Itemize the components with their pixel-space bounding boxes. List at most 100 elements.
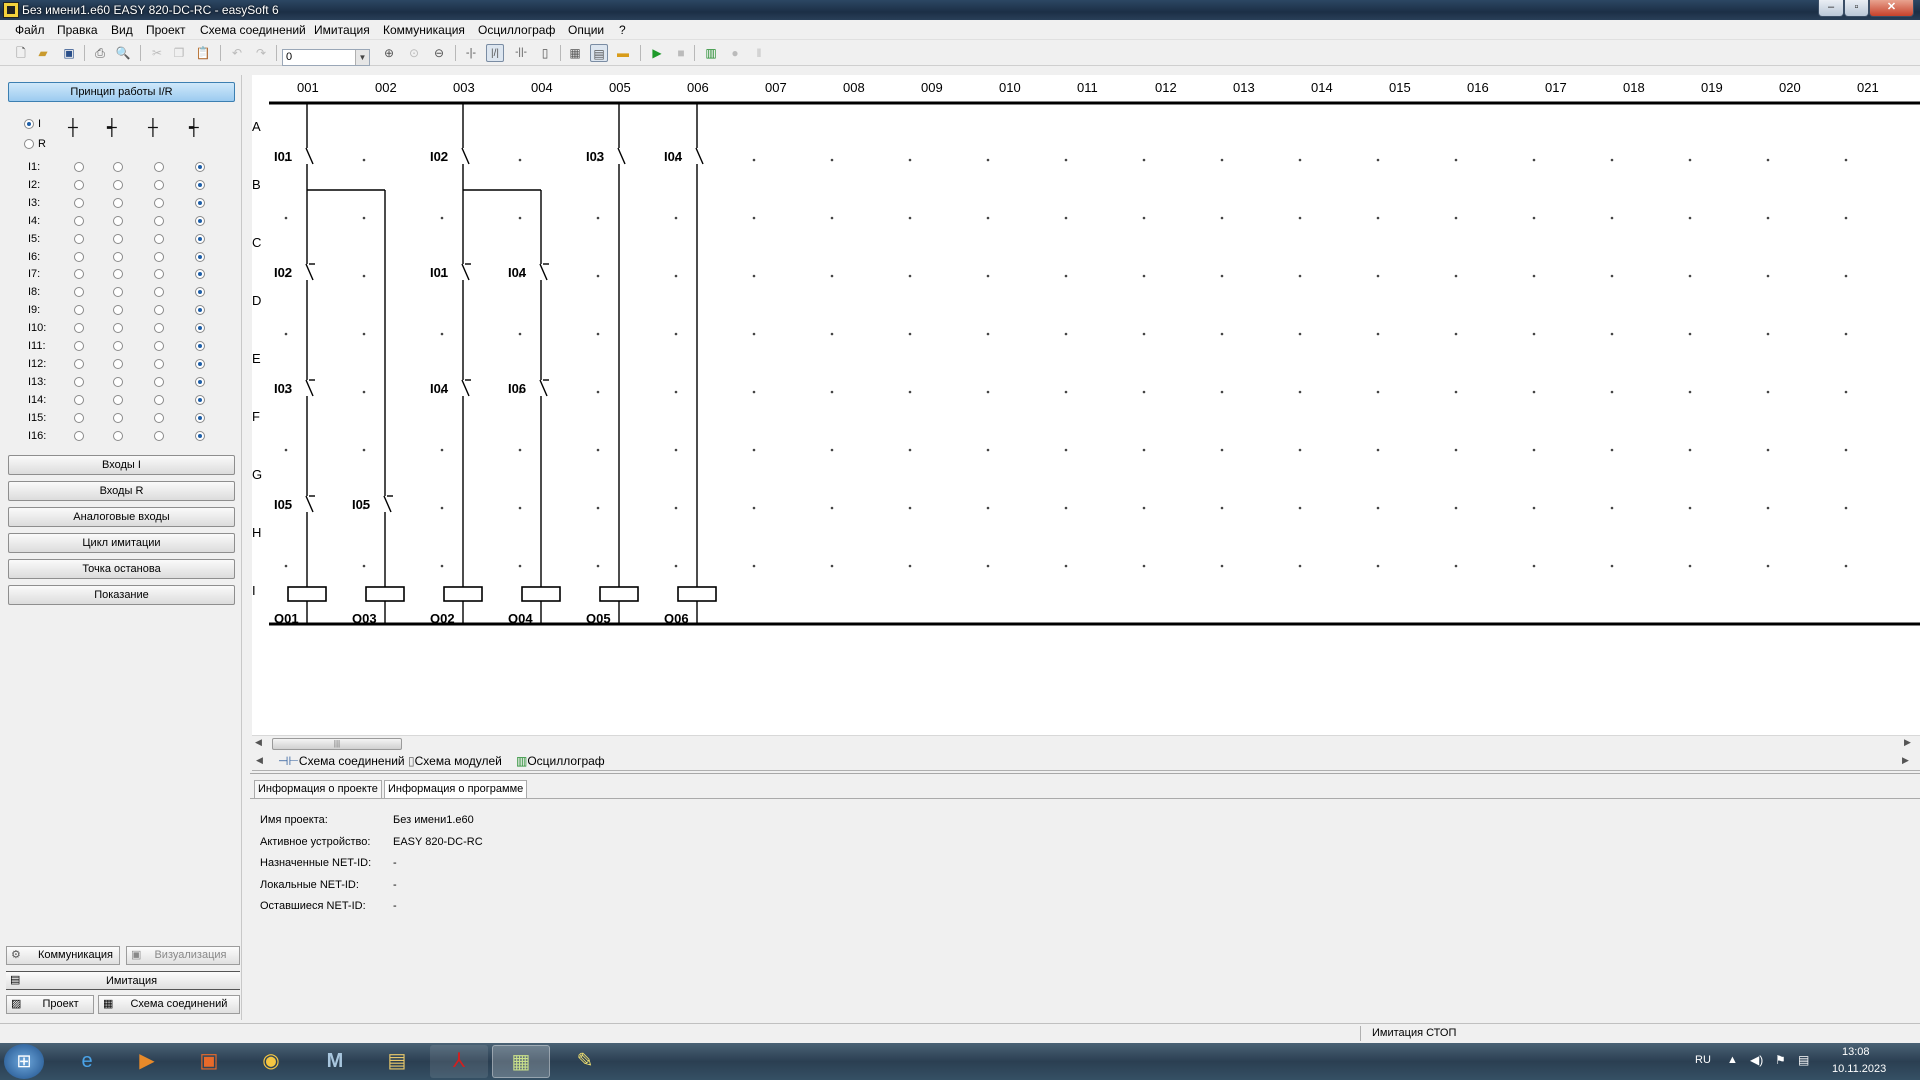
tray-arrow-icon[interactable]: ▲: [1727, 1054, 1738, 1066]
visualization-tab[interactable]: ▣ Визуализация: [126, 946, 240, 965]
input-state-radio[interactable]: [154, 162, 164, 172]
input-state-radio[interactable]: [113, 412, 123, 423]
tabs-left-icon[interactable]: ◀: [256, 755, 263, 766]
horizontal-scrollbar[interactable]: ◀ ||| ▶: [252, 735, 1920, 751]
radio-r[interactable]: [24, 139, 34, 149]
inputs-r-button[interactable]: Входы R: [8, 481, 235, 501]
input-state-radio[interactable]: [195, 341, 205, 351]
input-state-radio[interactable]: [74, 358, 84, 369]
display-button[interactable]: Показание: [8, 585, 235, 605]
input-state-radio[interactable]: [195, 162, 205, 172]
input-state-radio[interactable]: [74, 197, 84, 208]
flag-icon[interactable]: ⚑: [1775, 1053, 1786, 1067]
tab-modules[interactable]: ▯Схема модулей: [408, 754, 502, 768]
input-state-radio[interactable]: [113, 430, 123, 441]
input-state-radio[interactable]: [154, 394, 164, 405]
chevron-down-icon[interactable]: ▼: [355, 50, 369, 65]
input-state-radio[interactable]: [113, 215, 123, 226]
scroll-left-icon[interactable]: ◀: [255, 737, 262, 748]
tab-circuit[interactable]: ⊣⊢Схема соединений: [278, 754, 405, 768]
play-icon[interactable]: ▶: [648, 44, 666, 62]
input-state-radio[interactable]: [195, 412, 205, 423]
input-state-radio[interactable]: [195, 430, 205, 441]
input-state-radio[interactable]: [113, 341, 123, 351]
menu-options[interactable]: Опции: [568, 23, 604, 37]
zoom-out-icon[interactable]: ⊖: [430, 44, 448, 62]
input-state-radio[interactable]: [74, 215, 84, 226]
input-state-radio[interactable]: [74, 394, 84, 405]
minimize-button[interactable]: –: [1818, 0, 1844, 17]
circuit-diagram[interactable]: 001 002 003 004 005 006 007 008 009 010 011 012 013 0…: [252, 75, 1920, 735]
maximize-button[interactable]: ▫: [1844, 0, 1869, 17]
input-state-radio[interactable]: [195, 233, 205, 244]
menu-circuit[interactable]: Схема соединений: [200, 23, 306, 37]
symbol-view-icon[interactable]: ▤: [590, 44, 608, 62]
menu-file[interactable]: Файл: [15, 23, 45, 37]
input-state-radio[interactable]: [74, 251, 84, 262]
input-state-radio[interactable]: [113, 179, 123, 190]
tab-project-info[interactable]: Информация о проекте: [254, 780, 382, 798]
input-state-radio[interactable]: [113, 233, 123, 244]
menu-communication[interactable]: Коммуникация: [383, 23, 465, 37]
input-state-radio[interactable]: [154, 341, 164, 351]
input-state-radio[interactable]: [74, 412, 84, 423]
input-state-radio[interactable]: [113, 197, 123, 208]
scroll-thumb[interactable]: |||: [272, 738, 402, 750]
oscillograph-icon[interactable]: ▥: [702, 44, 720, 62]
redo-icon[interactable]: ↷: [252, 44, 270, 62]
breakpoint-button[interactable]: Точка останова: [8, 559, 235, 579]
menu-edit[interactable]: Правка: [57, 23, 98, 37]
print-icon[interactable]: ⎙: [91, 44, 109, 62]
m-app-icon[interactable]: M: [306, 1045, 364, 1078]
tab-program-info[interactable]: Информация о программе: [384, 780, 528, 798]
start-button[interactable]: ⊞: [4, 1044, 44, 1079]
clock-date[interactable]: 10.11.2023: [1832, 1063, 1886, 1075]
explorer-icon[interactable]: ▤: [368, 1045, 426, 1078]
language-indicator[interactable]: RU: [1695, 1054, 1711, 1066]
input-state-radio[interactable]: [74, 233, 84, 244]
function-block-icon[interactable]: ▯: [536, 44, 554, 62]
stop-icon[interactable]: ■: [672, 44, 690, 62]
menu-oscillograph[interactable]: Осциллограф: [478, 23, 555, 37]
copy-icon[interactable]: ❐: [170, 44, 188, 62]
record-icon[interactable]: ●: [726, 44, 744, 62]
inputs-i-button[interactable]: Входы I: [8, 455, 235, 475]
input-state-radio[interactable]: [195, 179, 205, 190]
input-state-radio[interactable]: [113, 358, 123, 369]
menu-simulation[interactable]: Имитация: [314, 23, 370, 37]
principle-ir-button[interactable]: Принцип работы I/R: [8, 82, 235, 102]
input-state-radio[interactable]: [113, 251, 123, 262]
input-state-radio[interactable]: [74, 162, 84, 172]
input-state-radio[interactable]: [154, 179, 164, 190]
pause-icon[interactable]: ‖: [750, 44, 768, 62]
menu-view[interactable]: Вид: [111, 23, 133, 37]
input-state-radio[interactable]: [154, 376, 164, 387]
menu-project[interactable]: Проект: [146, 23, 186, 37]
scroll-right-icon[interactable]: ▶: [1904, 737, 1911, 748]
menu-help[interactable]: ?: [619, 23, 626, 37]
contact-no-icon[interactable]: -|‑: [462, 44, 480, 62]
undo-icon[interactable]: ↶: [228, 44, 246, 62]
input-state-radio[interactable]: [113, 376, 123, 387]
coil-icon[interactable]: ‑||‑: [512, 44, 530, 62]
contact-nc-icon[interactable]: |/|: [486, 44, 504, 62]
volume-icon[interactable]: ◀): [1750, 1053, 1763, 1067]
input-state-radio[interactable]: [195, 376, 205, 387]
tabs-right-icon[interactable]: ▶: [1902, 755, 1909, 766]
input-state-radio[interactable]: [195, 197, 205, 208]
close-button[interactable]: ✕: [1869, 0, 1914, 17]
acrobat-icon[interactable]: ⅄: [430, 1045, 488, 1078]
input-state-radio[interactable]: [154, 251, 164, 262]
network-icon[interactable]: ▤: [1798, 1053, 1809, 1067]
input-state-radio[interactable]: [154, 430, 164, 441]
input-state-radio[interactable]: [195, 358, 205, 369]
input-state-radio[interactable]: [113, 394, 123, 405]
office-icon[interactable]: ▣: [180, 1045, 238, 1078]
cut-icon[interactable]: ✂: [148, 44, 166, 62]
display-icon[interactable]: ▬: [614, 44, 632, 62]
analog-inputs-button[interactable]: Аналоговые входы: [8, 507, 235, 527]
input-state-radio[interactable]: [74, 430, 84, 441]
input-state-radio[interactable]: [195, 251, 205, 262]
zoom-fit-icon[interactable]: ⊙: [405, 44, 423, 62]
easysoft-taskbar-icon[interactable]: ▦: [492, 1045, 550, 1078]
